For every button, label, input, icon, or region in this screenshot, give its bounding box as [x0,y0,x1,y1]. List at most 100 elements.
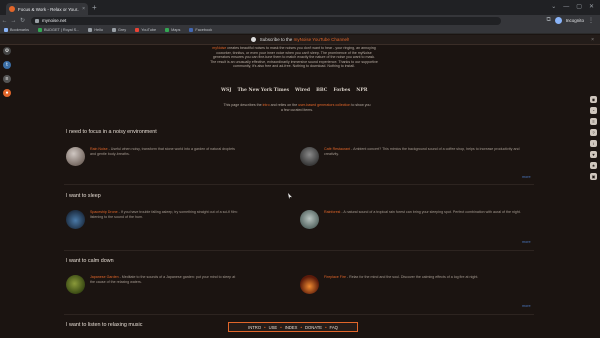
bookmark-item[interactable]: BUDGET | Royal S... [38,27,80,32]
footer-separator: • [325,324,327,330]
footer-link-faq[interactable]: FAQ [330,325,338,330]
window-controls: ⌄ — ▢ ✕ [551,4,594,10]
press-logo[interactable]: Wired [295,88,310,93]
bookmark-item[interactable]: Bookmarks [4,27,29,32]
bookmark-item[interactable]: Hello [88,27,103,32]
star-icon[interactable]: ★ [590,162,597,169]
back-icon[interactable]: ← [0,18,9,24]
generator-card[interactable]: Spaceship Drone - If you have trouble fa… [66,210,240,229]
settings-icon[interactable]: ⚙ [3,47,11,55]
bookmark-label: Bookmarks [10,27,29,32]
heart-icon[interactable]: ♥ [590,151,597,158]
generator-name[interactable]: Café Restaurant [324,147,350,151]
info-icon[interactable]: i [590,140,597,147]
account-area[interactable]: ⧉ Incognito ⋮ [546,17,600,24]
bell-icon [250,37,256,42]
list-icon[interactable]: ≡ [590,118,597,125]
generator-thumbnail[interactable] [300,275,319,294]
press-logo[interactable]: NPR [356,88,367,93]
volume-icon[interactable]: ◉ [590,96,597,103]
bookmark-label: Maps [171,27,181,32]
avatar[interactable] [554,17,562,24]
footer-link-use[interactable]: USE [269,325,278,330]
generator-name[interactable]: Rain Noise [90,147,108,151]
generator-description: - Useful when noisy, transform that ston… [90,147,235,156]
browser-tab-bar: Focus & Work - Relax or Your... × + ⌄ — … [0,0,600,15]
left-social-bar: ⚙ t ≡ ● [3,47,11,97]
bookmark-label: YouTube [141,27,157,32]
generator-thumbnail[interactable] [300,147,319,166]
press-logo[interactable]: Forbes [333,88,350,93]
bookmark-item[interactable]: Grey [111,27,127,32]
bookmark-label: BUDGET | Royal S... [44,27,80,32]
generator-card[interactable]: Rain Noise - Useful when noisy, transfor… [66,147,240,166]
new-tab-button[interactable]: + [92,3,97,12]
bookmark-label: Facebook [195,27,213,32]
generator-card[interactable]: Rainforest - A natural sound of a tropic… [300,210,524,229]
url-field[interactable]: mynoise.net [31,16,501,25]
footer-link-intro[interactable]: INTRO [248,325,261,330]
timer-icon[interactable]: ◔ [590,107,597,114]
generator-card[interactable]: Japanese Garden - Meditate to the sounds… [66,275,240,294]
generator-thumbnail[interactable] [300,210,319,229]
forward-icon[interactable]: → [9,18,18,24]
more-link[interactable]: more [522,175,531,179]
bookmark-icon [111,27,116,32]
bookmark-item[interactable]: YouTube [135,27,157,32]
favicon-icon [9,6,15,12]
divider [64,184,534,185]
reload-icon[interactable]: ↻ [18,17,27,24]
close-tab-icon[interactable]: × [82,6,85,12]
bookmark-icon [38,27,42,32]
footer-link-index[interactable]: INDEX [285,325,298,330]
help-icon[interactable]: ? [590,129,597,136]
generator-name[interactable]: Rainforest [324,210,340,214]
account-name: Incognito [565,18,584,23]
footer-separator: • [280,324,282,330]
share-icon[interactable]: ≡ [3,75,11,83]
section-title: I want to calm down [66,258,114,264]
generator-thumbnail[interactable] [66,210,85,229]
footer-link-donate[interactable]: DONATE [305,325,322,330]
generator-name[interactable]: Fireplace Fire [324,275,346,279]
intro-text: creates beautiful noises to mask the noi… [210,46,378,69]
bookmark-item[interactable]: Facebook [189,27,213,32]
note-link-collection[interactable]: user-based generators collection [298,103,350,107]
home-icon[interactable]: ● [3,89,11,97]
press-logo[interactable]: The New York Times [237,88,289,93]
tab-search-icon[interactable]: ⌄ [551,4,556,10]
press-logo[interactable]: WSJ [221,88,231,93]
menu-icon[interactable]: ⋮ [588,17,594,24]
generator-card[interactable]: Fireplace Fire - Relax for the mind and … [300,275,524,294]
footer-nav: INTRO • USE • INDEX • DONATE • FAQ [228,322,358,332]
generator-name[interactable]: Japanese Garden [90,275,119,279]
subscribe-banner: Subscribe to the myNoise YouTube Channel… [0,35,600,45]
more-link[interactable]: more [522,240,531,244]
minimize-icon[interactable]: — [563,4,569,10]
close-window-icon[interactable]: ✕ [589,4,594,10]
more-link[interactable]: more [522,304,531,308]
note-text-mid: and relies on the [270,103,298,107]
divider [64,250,534,251]
gift-icon[interactable]: ▣ [590,173,597,180]
browser-tab[interactable]: Focus & Work - Relax or Your... × [6,3,88,15]
section-title: I need to focus in a noisy environment [66,129,157,135]
generator-description: - Ambient concert? This mimics the backg… [324,147,520,156]
maximize-icon[interactable]: ▢ [576,4,582,10]
bookmark-item[interactable]: Maps [165,27,181,32]
generator-name[interactable]: Spaceship Drone [90,210,118,214]
banner-link[interactable]: myNoise YouTube Channel! [294,37,350,42]
generator-thumbnail[interactable] [66,147,85,166]
press-logos: WSJ The New York Times Wired BBC Forbes NPR [221,88,367,93]
mouse-cursor-icon [288,193,292,199]
generator-card[interactable]: Café Restaurant - Ambient concert? This … [300,147,524,166]
press-logo[interactable]: BBC [316,88,327,93]
generator-thumbnail[interactable] [66,275,85,294]
note-link-intro[interactable]: intro [263,103,270,107]
banner-close-icon[interactable]: × [591,37,594,43]
brand-name[interactable]: myNoise [212,46,226,50]
extensions-icon[interactable]: ⧉ [546,17,550,24]
bookmark-label: Grey [117,27,127,32]
address-bar-row: ← → ↻ mynoise.net ⧉ Incognito ⋮ [0,15,600,26]
twitter-icon[interactable]: t [3,61,11,69]
